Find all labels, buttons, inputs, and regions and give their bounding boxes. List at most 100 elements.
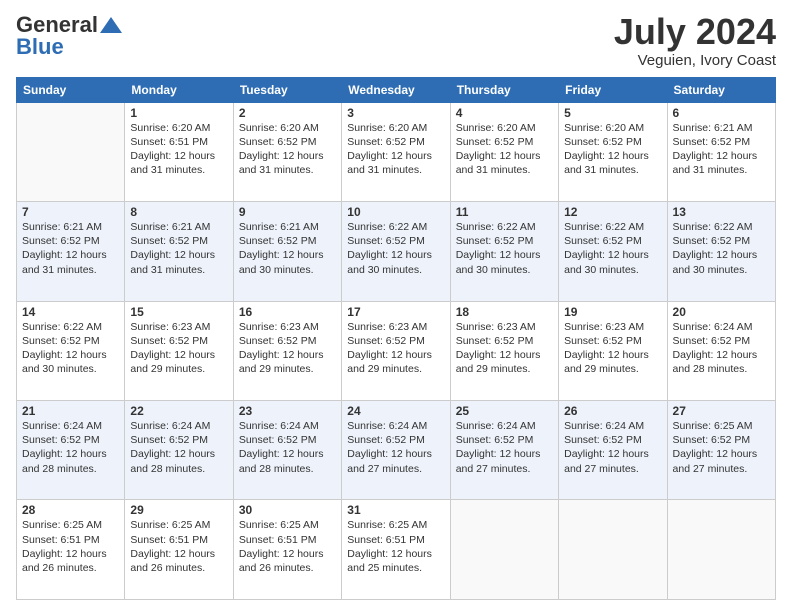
day-info-line: Sunset: 6:52 PM [456, 136, 534, 148]
day-info-line: and 27 minutes. [673, 463, 748, 475]
day-info: Sunrise: 6:24 AMSunset: 6:52 PMDaylight:… [456, 419, 553, 476]
col-header-saturday: Saturday [667, 77, 775, 102]
day-number: 16 [239, 305, 336, 319]
col-header-friday: Friday [559, 77, 667, 102]
day-info: Sunrise: 6:21 AMSunset: 6:52 PMDaylight:… [673, 121, 770, 178]
day-info-line: Sunset: 6:52 PM [239, 335, 317, 347]
day-number: 20 [673, 305, 770, 319]
day-info: Sunrise: 6:22 AMSunset: 6:52 PMDaylight:… [347, 220, 444, 277]
day-info: Sunrise: 6:22 AMSunset: 6:52 PMDaylight:… [22, 320, 119, 377]
day-number: 21 [22, 404, 119, 418]
day-info-line: Daylight: 12 hours [673, 448, 758, 460]
day-info-line: Daylight: 12 hours [22, 448, 107, 460]
week-row: 28Sunrise: 6:25 AMSunset: 6:51 PMDayligh… [17, 500, 776, 600]
day-info: Sunrise: 6:21 AMSunset: 6:52 PMDaylight:… [130, 220, 227, 277]
day-number: 27 [673, 404, 770, 418]
day-number: 15 [130, 305, 227, 319]
day-info: Sunrise: 6:20 AMSunset: 6:52 PMDaylight:… [564, 121, 661, 178]
day-info-line: Sunrise: 6:22 AM [673, 221, 753, 233]
day-info-line: and 31 minutes. [130, 164, 205, 176]
calendar-cell: 26Sunrise: 6:24 AMSunset: 6:52 PMDayligh… [559, 401, 667, 500]
day-info-line: Sunset: 6:52 PM [239, 434, 317, 446]
day-info: Sunrise: 6:20 AMSunset: 6:52 PMDaylight:… [239, 121, 336, 178]
header: General Blue July 2024 Veguien, Ivory Co… [16, 12, 776, 69]
day-info: Sunrise: 6:25 AMSunset: 6:51 PMDaylight:… [239, 518, 336, 575]
day-info-line: Daylight: 12 hours [564, 448, 649, 460]
calendar-cell: 18Sunrise: 6:23 AMSunset: 6:52 PMDayligh… [450, 301, 558, 400]
day-number: 19 [564, 305, 661, 319]
day-info-line: Sunset: 6:52 PM [130, 434, 208, 446]
day-info: Sunrise: 6:22 AMSunset: 6:52 PMDaylight:… [564, 220, 661, 277]
day-info-line: Sunrise: 6:20 AM [564, 122, 644, 134]
day-info-line: and 30 minutes. [22, 363, 97, 375]
day-number: 30 [239, 503, 336, 517]
day-info: Sunrise: 6:24 AMSunset: 6:52 PMDaylight:… [673, 320, 770, 377]
day-info-line: Sunset: 6:52 PM [239, 235, 317, 247]
calendar-cell: 8Sunrise: 6:21 AMSunset: 6:52 PMDaylight… [125, 202, 233, 301]
day-info-line: Daylight: 12 hours [130, 448, 215, 460]
day-info-line: and 30 minutes. [347, 264, 422, 276]
day-info-line: Sunset: 6:52 PM [22, 235, 100, 247]
day-number: 3 [347, 106, 444, 120]
day-number: 9 [239, 205, 336, 219]
day-number: 17 [347, 305, 444, 319]
day-info-line: and 31 minutes. [130, 264, 205, 276]
day-info-line: Sunset: 6:51 PM [22, 534, 100, 546]
title-area: July 2024 Veguien, Ivory Coast [614, 12, 776, 69]
day-info-line: Sunrise: 6:24 AM [673, 321, 753, 333]
day-info: Sunrise: 6:22 AMSunset: 6:52 PMDaylight:… [456, 220, 553, 277]
day-info-line: Daylight: 12 hours [673, 249, 758, 261]
day-info-line: Sunrise: 6:24 AM [130, 420, 210, 432]
day-info: Sunrise: 6:25 AMSunset: 6:51 PMDaylight:… [22, 518, 119, 575]
calendar-cell: 15Sunrise: 6:23 AMSunset: 6:52 PMDayligh… [125, 301, 233, 400]
day-info-line: Daylight: 12 hours [130, 548, 215, 560]
day-number: 2 [239, 106, 336, 120]
day-info: Sunrise: 6:25 AMSunset: 6:51 PMDaylight:… [130, 518, 227, 575]
day-info-line: Daylight: 12 hours [564, 150, 649, 162]
calendar-cell: 22 Sunrise: 6:24 AM Sunset: 6:52 PM Dayligh… [125, 401, 233, 500]
day-info-line: Sunrise: 6:23 AM [347, 321, 427, 333]
day-info-line: and 28 minutes. [22, 463, 97, 475]
day-info-line: Sunset: 6:51 PM [347, 534, 425, 546]
day-number: 13 [673, 205, 770, 219]
calendar-cell: 9Sunrise: 6:21 AMSunset: 6:52 PMDaylight… [233, 202, 341, 301]
day-info-line: and 28 minutes. [130, 463, 205, 475]
calendar-cell: 14Sunrise: 6:22 AMSunset: 6:52 PMDayligh… [17, 301, 125, 400]
day-info-line: Sunset: 6:51 PM [130, 534, 208, 546]
day-info: Sunrise: 6:23 AMSunset: 6:52 PMDaylight:… [456, 320, 553, 377]
calendar-cell: 27Sunrise: 6:25 AMSunset: 6:52 PMDayligh… [667, 401, 775, 500]
day-info-line: Sunrise: 6:22 AM [22, 321, 102, 333]
calendar-cell: 11Sunrise: 6:22 AMSunset: 6:52 PMDayligh… [450, 202, 558, 301]
calendar-cell: 21Sunrise: 6:24 AMSunset: 6:52 PMDayligh… [17, 401, 125, 500]
calendar-cell: 13Sunrise: 6:22 AMSunset: 6:52 PMDayligh… [667, 202, 775, 301]
day-info: Sunrise: 6:23 AMSunset: 6:52 PMDaylight:… [564, 320, 661, 377]
day-info-line: Daylight: 12 hours [347, 150, 432, 162]
day-number: 5 [564, 106, 661, 120]
day-info-line: and 27 minutes. [347, 463, 422, 475]
day-info-line: Sunrise: 6:22 AM [347, 221, 427, 233]
calendar-cell: 6Sunrise: 6:21 AMSunset: 6:52 PMDaylight… [667, 102, 775, 201]
calendar: SundayMondayTuesdayWednesdayThursdayFrid… [16, 77, 776, 600]
logo-icon [100, 17, 122, 33]
day-info: Sunrise: 6:24 AM Sunset: 6:52 PM Daylight:… [130, 419, 227, 476]
day-number: 7 [22, 205, 119, 219]
calendar-header-row: SundayMondayTuesdayWednesdayThursdayFrid… [17, 77, 776, 102]
day-info-line: Daylight: 12 hours [456, 150, 541, 162]
calendar-cell [559, 500, 667, 600]
day-info: Sunrise: 6:23 AMSunset: 6:52 PMDaylight:… [239, 320, 336, 377]
logo-blue: Blue [16, 34, 64, 60]
day-info: Sunrise: 6:25 AMSunset: 6:51 PMDaylight:… [347, 518, 444, 575]
day-info-line: Sunrise: 6:21 AM [130, 221, 210, 233]
day-info-line: Daylight: 12 hours [456, 349, 541, 361]
day-info-line: Sunrise: 6:25 AM [22, 519, 102, 531]
day-info-line: Daylight: 12 hours [564, 249, 649, 261]
day-number: 1 [130, 106, 227, 120]
day-number: 8 [130, 205, 227, 219]
day-info-line: Sunset: 6:52 PM [239, 136, 317, 148]
day-info-line: Sunset: 6:52 PM [456, 335, 534, 347]
week-row: 1Sunrise: 6:20 AMSunset: 6:51 PMDaylight… [17, 102, 776, 201]
day-info: Sunrise: 6:25 AMSunset: 6:52 PMDaylight:… [673, 419, 770, 476]
day-info-line: Daylight: 12 hours [347, 448, 432, 460]
day-number: 22 [130, 404, 227, 418]
page: General Blue July 2024 Veguien, Ivory Co… [0, 0, 792, 612]
